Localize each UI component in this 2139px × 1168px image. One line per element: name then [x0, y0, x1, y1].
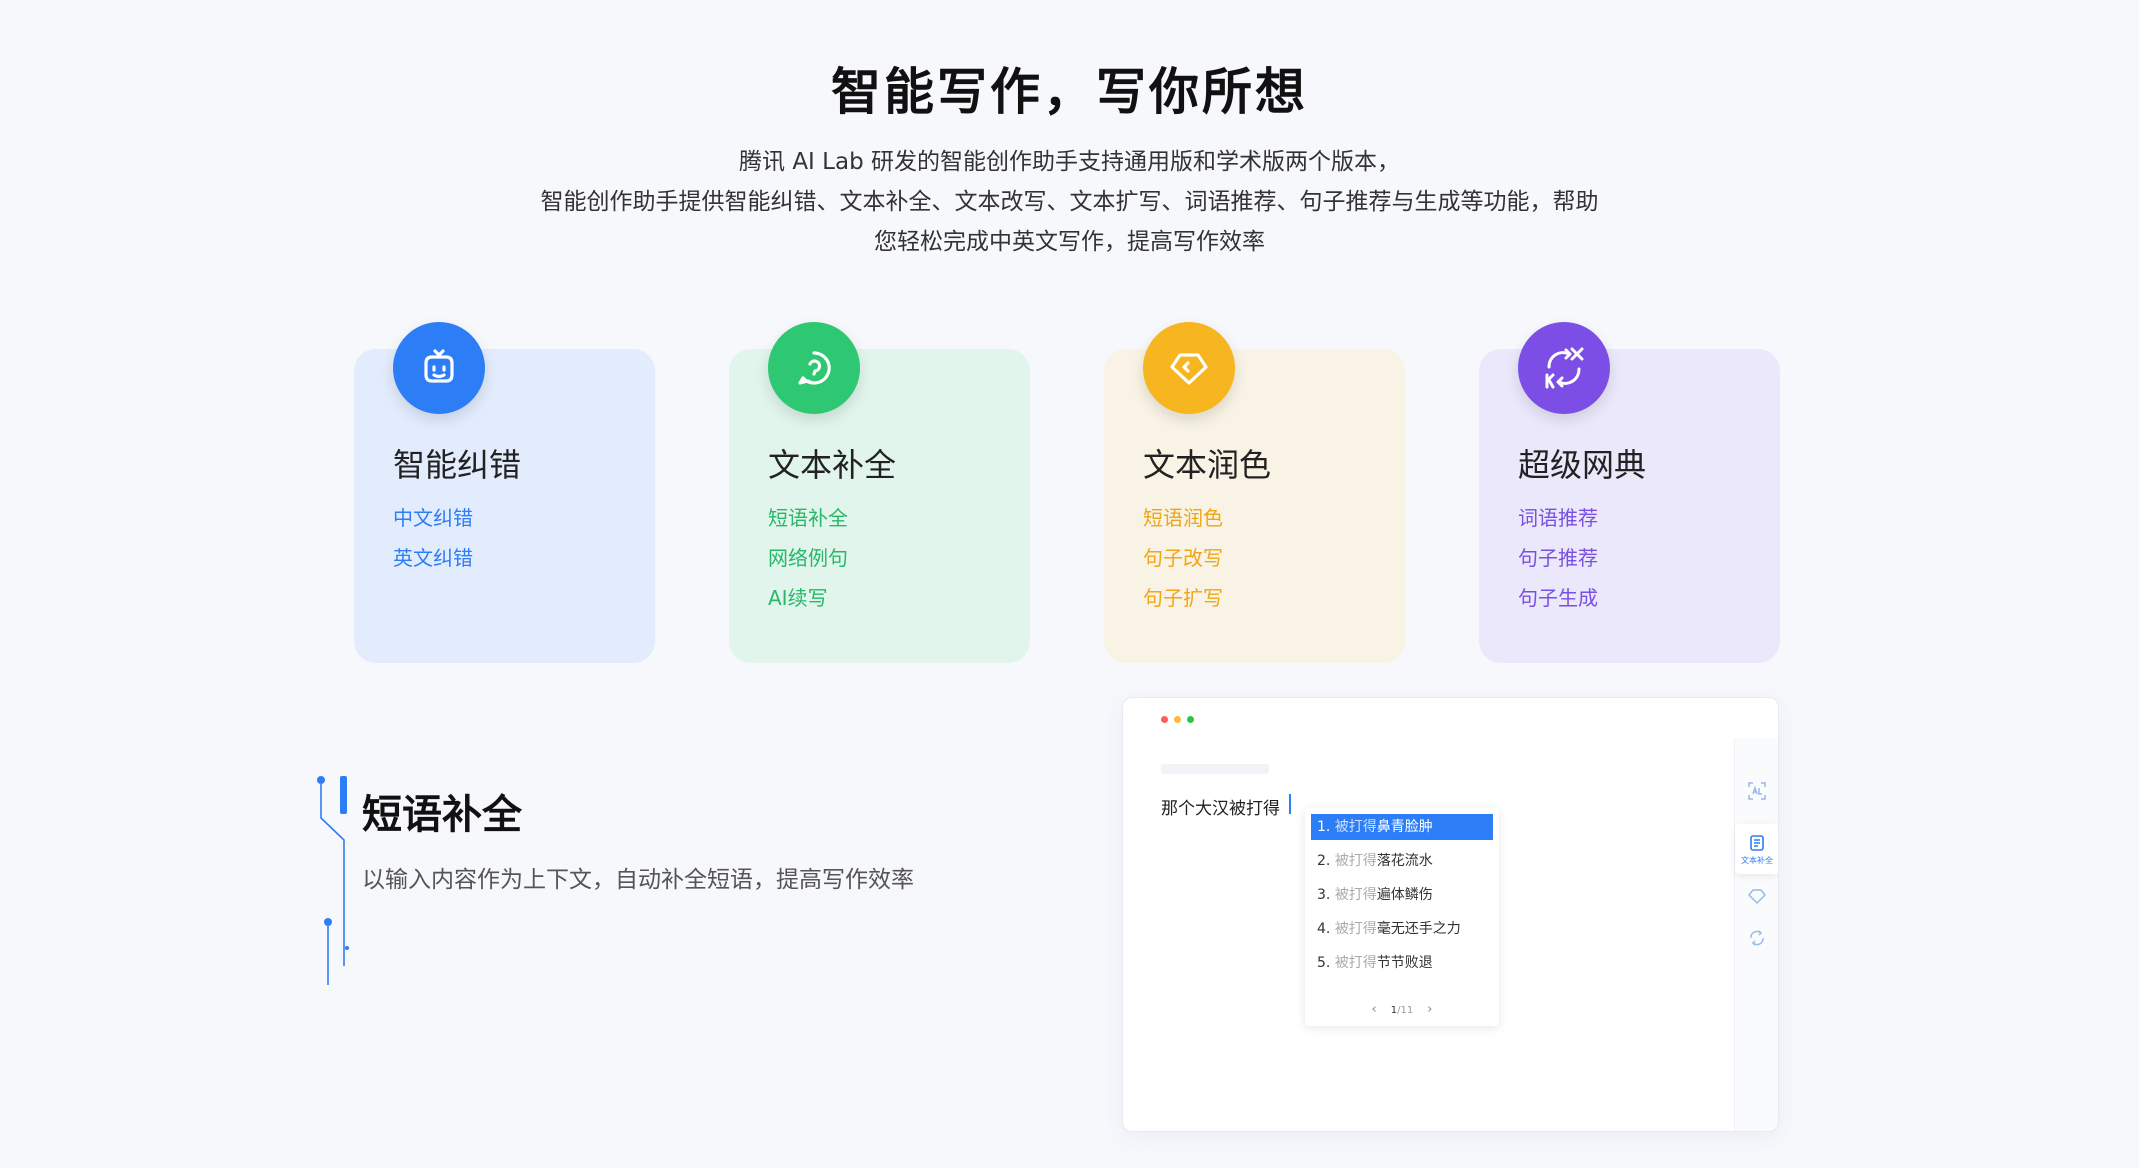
robot-face-icon: [393, 322, 485, 414]
feature-description: 以输入内容作为上下文，自动补全短语，提高写作效率: [362, 867, 914, 893]
card-items-super-dictionary: 词语推荐 句子推荐 句子生成: [1518, 498, 1598, 618]
text-caret: [1289, 794, 1291, 814]
chevron-left-icon[interactable]: ‹: [1358, 1002, 1391, 1017]
description-line-2: 智能创作助手提供智能纠错、文本补全、文本改写、文本扩写、词语推荐、句子推荐与生成…: [540, 189, 1599, 215]
card-link-ai-continue[interactable]: AI续写: [768, 578, 848, 618]
suggestion-item[interactable]: 4. 被打得毫无还手之力: [1311, 916, 1493, 942]
card-link-web-examples[interactable]: 网络例句: [768, 538, 848, 578]
window-close-dot: [1161, 716, 1168, 723]
document-icon: [1750, 834, 1764, 851]
diamond-icon: [1143, 322, 1235, 414]
suggestion-pager: ‹ 1/11 ›: [1305, 1002, 1499, 1017]
rail-button-completion[interactable]: 文本补全: [1735, 824, 1778, 874]
suggestion-item[interactable]: 5. 被打得节节败退: [1311, 950, 1493, 976]
demo-editor-window: 那个大汉被打得 1. 被打得鼻青脸肿 2. 被打得落花流水 3. 被打得遍体鳞伤…: [1122, 697, 1779, 1132]
card-items-text-completion: 短语补全 网络例句 AI续写: [768, 498, 848, 618]
title-placeholder-bar: [1161, 764, 1269, 774]
card-link-english-correction[interactable]: 英文纠错: [393, 538, 473, 578]
card-title-text-completion: 文本补全: [768, 446, 897, 484]
description-line-3: 您轻松完成中英文写作，提高写作效率: [874, 229, 1265, 255]
description-line-1: 腾讯 AI Lab 研发的智能创作助手支持通用版和学术版两个版本，: [739, 149, 1400, 175]
card-items-text-polish: 短语润色 句子改写 句子扩写: [1143, 498, 1223, 618]
chat-bubble-icon: [768, 322, 860, 414]
suggestion-item[interactable]: 1. 被打得鼻青脸肿: [1311, 814, 1493, 840]
editor-input-text[interactable]: 那个大汉被打得: [1161, 794, 1280, 819]
diamond-small-icon: [1747, 889, 1767, 905]
suggestion-popup: 1. 被打得鼻青脸肿 2. 被打得落花流水 3. 被打得遍体鳞伤 4. 被打得毫…: [1305, 808, 1499, 1026]
card-link-phrase-polish[interactable]: 短语润色: [1143, 498, 1223, 538]
suggestion-item[interactable]: 2. 被打得落花流水: [1311, 848, 1493, 874]
page-description: 腾讯 AI Lab 研发的智能创作助手支持通用版和学术版两个版本， 智能创作助手…: [0, 142, 2139, 262]
card-items-error-correction: 中文纠错 英文纠错: [393, 498, 473, 578]
refresh-icon: [1750, 930, 1764, 946]
scan-text-icon: [1748, 782, 1766, 800]
page-title: 智能写作，写你所想: [831, 63, 1308, 121]
card-link-sentence-recommend[interactable]: 句子推荐: [1518, 538, 1598, 578]
rail-button-dictionary[interactable]: [1735, 928, 1778, 948]
card-title-super-dictionary: 超级网典: [1518, 446, 1647, 484]
circuit-decoration: [317, 776, 349, 985]
card-link-sentence-generate[interactable]: 句子生成: [1518, 578, 1598, 618]
card-title-error-correction: 智能纠错: [393, 446, 522, 484]
card-link-sentence-expand[interactable]: 句子扩写: [1143, 578, 1223, 618]
window-minimize-dot: [1174, 716, 1181, 723]
rail-button-correction[interactable]: [1735, 780, 1778, 802]
card-link-sentence-rewrite[interactable]: 句子改写: [1143, 538, 1223, 578]
rail-button-polish[interactable]: [1735, 886, 1778, 906]
editor-side-toolbar: 文本补全: [1734, 738, 1778, 1131]
card-link-chinese-correction[interactable]: 中文纠错: [393, 498, 473, 538]
card-title-text-polish: 文本润色: [1143, 446, 1272, 484]
swap-letters-icon: [1518, 322, 1610, 414]
card-link-word-recommend[interactable]: 词语推荐: [1518, 498, 1598, 538]
rail-active-label: 文本补全: [1741, 855, 1773, 865]
window-maximize-dot: [1187, 716, 1194, 723]
feature-title: 短语补全: [362, 792, 522, 838]
chevron-right-icon[interactable]: ›: [1413, 1002, 1446, 1017]
suggestion-item[interactable]: 3. 被打得遍体鳞伤: [1311, 882, 1493, 908]
card-link-phrase-completion[interactable]: 短语补全: [768, 498, 848, 538]
